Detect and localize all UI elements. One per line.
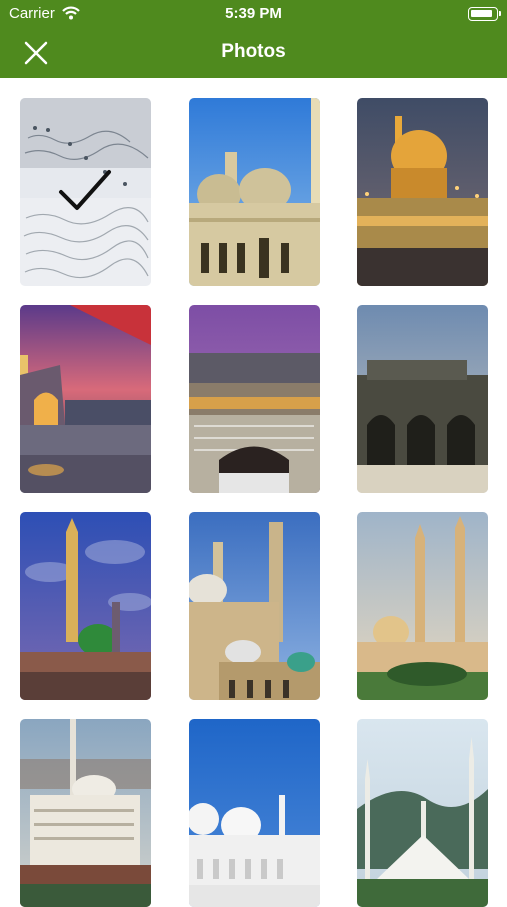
photo-faisal-mosque[interactable] bbox=[357, 719, 488, 907]
status-time: 5:39 PM bbox=[225, 5, 282, 22]
status-bar: Carrier 5:39 PM bbox=[0, 0, 507, 28]
photo-al-aqsa-arches[interactable] bbox=[357, 305, 488, 493]
photo-quran-page[interactable] bbox=[20, 98, 151, 286]
photo-green-dome-night[interactable] bbox=[20, 512, 151, 700]
photo-mosque-domes-blue-sky[interactable] bbox=[189, 98, 320, 286]
photo-shrine-sunset-plaza[interactable] bbox=[20, 305, 151, 493]
photo-golden-dome-shrine-night[interactable] bbox=[357, 98, 488, 286]
photo-mosque-twin-minarets[interactable] bbox=[189, 512, 320, 700]
photo-kaaba-crowd[interactable] bbox=[189, 305, 320, 493]
nav-bar: Photos bbox=[0, 28, 507, 78]
close-button[interactable] bbox=[16, 33, 56, 73]
photo-white-domes-mosque[interactable] bbox=[189, 719, 320, 907]
photo-desert-mosque-minarets[interactable] bbox=[357, 512, 488, 700]
battery-icon bbox=[468, 7, 501, 21]
page-title: Photos bbox=[221, 41, 286, 62]
checkmark-icon bbox=[59, 170, 111, 210]
close-icon bbox=[24, 41, 48, 65]
photo-istiqlal-mosque[interactable] bbox=[20, 719, 151, 907]
